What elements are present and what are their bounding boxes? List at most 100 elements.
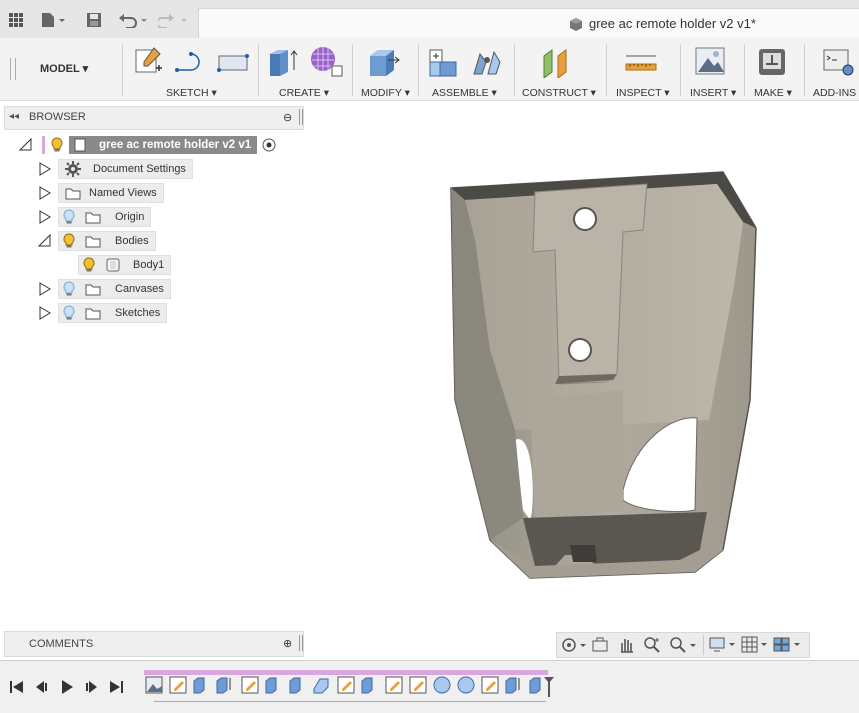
make-menu[interactable]: MAKE ▾: [754, 87, 792, 99]
tree-item-canvases[interactable]: Canvases: [38, 279, 171, 299]
display-settings-icon[interactable]: [709, 637, 737, 653]
collapse-triangle-icon[interactable]: [38, 234, 52, 248]
minus-icon[interactable]: ⊖: [283, 111, 292, 124]
create-sketch-icon[interactable]: [134, 46, 164, 76]
joint-icon[interactable]: [470, 46, 504, 78]
step-forward-icon[interactable]: [86, 681, 97, 693]
rectangle-tool-icon[interactable]: [216, 50, 250, 74]
feature-extrude-icon[interactable]: [361, 677, 373, 694]
play-icon[interactable]: [62, 680, 73, 694]
lightbulb-off-icon[interactable]: [61, 209, 77, 225]
activate-radio-icon[interactable]: [261, 137, 277, 153]
line-tool-icon[interactable]: [174, 50, 208, 76]
tree-item-bodies[interactable]: Bodies: [38, 231, 156, 251]
fit-icon[interactable]: [669, 636, 697, 654]
add-comment-icon[interactable]: ⊕: [283, 637, 292, 650]
feature-extrude-icon[interactable]: [289, 677, 301, 694]
feature-extrude-icon[interactable]: [505, 677, 520, 694]
tree-item-named-views[interactable]: Named Views: [38, 183, 164, 203]
feature-shell-icon[interactable]: [433, 676, 451, 694]
tree-label: Document Settings: [93, 163, 186, 175]
feature-sketch-icon[interactable]: [337, 676, 355, 694]
lightbulb-icon[interactable]: [49, 137, 65, 153]
assemble-menu[interactable]: ASSEMBLE ▾: [432, 87, 497, 99]
redo-icon[interactable]: [158, 10, 190, 30]
lightbulb-icon[interactable]: [61, 233, 77, 249]
construct-menu[interactable]: CONSTRUCT ▾: [522, 87, 596, 99]
feature-shell-icon[interactable]: [457, 676, 475, 694]
folder-icon: [85, 284, 101, 296]
create-menu[interactable]: CREATE ▾: [279, 87, 329, 99]
3d-viewport[interactable]: [305, 100, 859, 630]
tree-item-sketches[interactable]: Sketches: [38, 303, 168, 323]
insert-menu[interactable]: INSERT ▾: [690, 87, 736, 99]
timeline-marker[interactable]: [544, 677, 554, 697]
new-component-icon[interactable]: [426, 46, 460, 78]
feature-extrude-icon[interactable]: [265, 677, 277, 694]
pan-hand-icon[interactable]: [617, 636, 635, 654]
feature-sketch-icon[interactable]: [481, 676, 499, 694]
modify-menu[interactable]: MODIFY ▾: [361, 87, 410, 99]
offset-plane-icon[interactable]: [540, 46, 574, 78]
expand-triangle-icon[interactable]: [38, 282, 52, 296]
root-label: gree ac remote holder v2 v1: [99, 139, 252, 151]
collapse-triangle-icon[interactable]: [18, 137, 34, 153]
lightbulb-icon[interactable]: [81, 257, 97, 273]
measure-icon[interactable]: [624, 52, 658, 74]
go-to-start-icon[interactable]: [10, 681, 23, 693]
save-icon[interactable]: [86, 10, 102, 30]
sketch-menu[interactable]: SKETCH ▾: [166, 87, 217, 99]
orbit-icon[interactable]: [561, 637, 587, 653]
lightbulb-off-icon[interactable]: [61, 281, 77, 297]
expand-triangle-icon[interactable]: [38, 210, 52, 224]
tree-label: Canvases: [115, 283, 164, 295]
3d-print-icon[interactable]: [756, 46, 788, 78]
inspect-menu[interactable]: INSPECT ▾: [616, 87, 670, 99]
feature-extrude-icon[interactable]: [529, 677, 541, 694]
feature-fillet-icon[interactable]: [313, 678, 329, 694]
folder-icon: [65, 188, 81, 200]
lightbulb-off-icon[interactable]: [61, 305, 77, 321]
timeline: [0, 660, 859, 713]
collapse-browser-icon[interactable]: ◂◂: [9, 111, 19, 122]
sketch-label: SKETCH: [166, 87, 209, 99]
viewports-icon[interactable]: [773, 636, 803, 654]
expand-triangle-icon[interactable]: [38, 186, 52, 200]
feature-sketch-icon[interactable]: [385, 676, 403, 694]
folder-icon: [85, 236, 101, 248]
expand-triangle-icon[interactable]: [38, 306, 52, 320]
feature-sketch-icon[interactable]: [241, 676, 259, 694]
insert-canvas-icon[interactable]: [694, 46, 726, 78]
file-menu-icon[interactable]: [40, 10, 66, 30]
modify-label: MODIFY: [361, 87, 402, 99]
feature-extrude-icon[interactable]: [193, 677, 205, 694]
create-form-icon[interactable]: [308, 44, 344, 78]
step-back-icon[interactable]: [36, 681, 47, 693]
toolbar-grip[interactable]: [10, 58, 16, 80]
go-to-end-icon[interactable]: [110, 681, 123, 693]
browser-root-row[interactable]: gree ac remote holder v2 v1: [18, 135, 277, 155]
tree-item-origin[interactable]: Origin: [38, 207, 152, 227]
extrude-icon[interactable]: [266, 46, 300, 78]
feature-extrude-icon[interactable]: [216, 677, 231, 694]
panel-grip[interactable]: [299, 635, 303, 651]
make-label: MAKE: [754, 87, 784, 99]
scripts-addins-icon[interactable]: [822, 46, 856, 78]
expand-triangle-icon[interactable]: [38, 162, 52, 176]
feature-sketch-icon[interactable]: [409, 676, 427, 694]
tree-item-body1[interactable]: Body1: [78, 255, 172, 275]
feature-sketch-icon[interactable]: [169, 676, 187, 694]
look-at-icon[interactable]: [591, 637, 609, 653]
feature-canvas-icon[interactable]: [145, 676, 163, 694]
panel-grip[interactable]: [299, 109, 303, 125]
press-pull-icon[interactable]: [366, 46, 402, 78]
document-tab[interactable]: gree ac remote holder v2 v1*: [198, 8, 859, 39]
workspace-switcher[interactable]: MODEL ▾: [40, 62, 88, 75]
zoom-icon[interactable]: [643, 636, 661, 654]
undo-icon[interactable]: [118, 10, 150, 30]
tree-label: Origin: [115, 211, 145, 223]
addins-menu[interactable]: ADD-INS ▾: [813, 87, 859, 99]
tree-item-document-settings[interactable]: Document Settings: [38, 159, 193, 179]
apps-grid-icon[interactable]: [8, 10, 24, 30]
grid-settings-icon[interactable]: [741, 636, 769, 654]
